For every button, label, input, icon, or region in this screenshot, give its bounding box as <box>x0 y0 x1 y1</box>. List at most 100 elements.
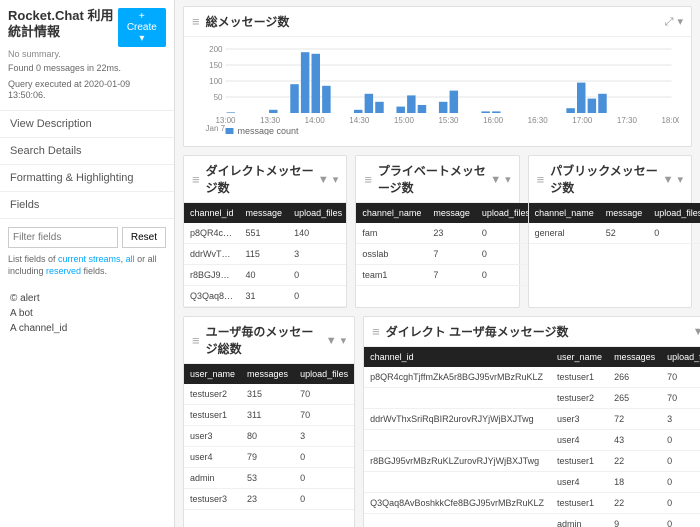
section-formatting[interactable]: Formatting & Highlighting <box>0 165 174 192</box>
card-private: ≡プライベートメッセージ数▼▾ channel_namemessageuploa… <box>355 155 519 308</box>
card-direct: ≡ダイレクトメッセージ数▼▾ channel_idmessageupload_f… <box>183 155 347 308</box>
table-row[interactable]: r8BGJ95vrMBzRuKLZurovRJYjWjBXJTwgtestuse… <box>364 451 700 472</box>
card-direct-user: ≡ダイレクト ユーザ毎メッセージ数▼▾ channel_iduser_namem… <box>363 316 700 527</box>
table-row[interactable]: Q3Qaq8AvBoshkkCfe8BGJ95vrMBzRuKLZtestuse… <box>364 493 700 514</box>
card-title: 総メッセージ数 <box>206 13 661 30</box>
svg-text:16:00: 16:00 <box>483 116 504 125</box>
filter-icon[interactable]: ▼ <box>318 174 329 186</box>
svg-text:18:00: 18:00 <box>661 116 679 125</box>
svg-text:15:30: 15:30 <box>438 116 459 125</box>
col-upload_files: upload_files <box>476 203 536 223</box>
card-title: パブリックメッセージ数 <box>550 162 658 196</box>
card-user-total: ≡ ユーザ毎のメッセージ総数 ▼ ▾ user_namemessagesupload_… <box>183 316 355 527</box>
field-item[interactable]: A channel_id <box>10 321 164 336</box>
card-public: ≡パブリックメッセージ数▼▾ channel_namemessageupload… <box>528 155 692 308</box>
svg-text:14:30: 14:30 <box>349 116 370 125</box>
col-channel_name: channel_name <box>356 203 427 223</box>
filter-icon[interactable]: ▼ <box>693 326 700 338</box>
card-title: ユーザ毎のメッセージ総数 <box>206 323 322 357</box>
found-msg: Found 0 messages in 22ms. <box>8 63 166 75</box>
table-row[interactable]: testuser226570 <box>364 388 700 409</box>
col-channel_id: channel_id <box>364 347 551 367</box>
col-message: message <box>600 203 649 223</box>
col-messages: messages <box>608 347 661 367</box>
col-upload_files: upload_files <box>294 364 354 384</box>
table-row[interactable]: admin90 <box>364 514 700 527</box>
no-summary: No summary. <box>8 49 166 59</box>
chevron-down-icon[interactable]: ▾ <box>677 16 683 28</box>
col-message: message <box>240 203 289 223</box>
svg-text:14:00: 14:00 <box>305 116 326 125</box>
svg-text:13:30: 13:30 <box>260 116 281 125</box>
table-row[interactable]: team170 <box>356 265 536 286</box>
svg-text:16:30: 16:30 <box>528 116 549 125</box>
table-row[interactable]: user4430 <box>364 430 700 451</box>
svg-text:100: 100 <box>209 77 223 86</box>
table-row[interactable]: osslab70 <box>356 244 536 265</box>
table-row[interactable]: ddrWvThxSriRqBIR2urovRJYjWjBXJTwguser372… <box>364 409 700 430</box>
link-all[interactable]: all <box>126 254 135 264</box>
section-fields[interactable]: Fields <box>0 192 174 219</box>
link-reserved[interactable]: reserved <box>46 266 81 276</box>
table-row[interactable]: user4790 <box>184 447 354 468</box>
drag-icon[interactable]: ≡ <box>192 14 200 29</box>
direct-table: channel_idmessageupload_filesp8QR4cghTjf… <box>184 203 346 307</box>
card-title: ダイレクト ユーザ毎メッセージ数 <box>386 323 689 340</box>
col-messages: messages <box>241 364 294 384</box>
public-table: channel_namemessageupload_filesgeneral52… <box>529 203 700 244</box>
col-user_name: user_name <box>184 364 241 384</box>
reset-button[interactable]: Reset <box>122 227 166 248</box>
svg-text:50: 50 <box>214 93 223 102</box>
filter-icon[interactable]: ▼ <box>326 335 337 347</box>
chevron-down-icon[interactable]: ▾ <box>677 174 683 186</box>
table-row[interactable]: fam230 <box>356 223 536 244</box>
drag-icon[interactable]: ≡ <box>537 172 545 187</box>
section-view-description[interactable]: View Description <box>0 111 174 138</box>
svg-text:message count: message count <box>238 126 300 135</box>
drag-icon[interactable]: ≡ <box>372 324 380 339</box>
table-row[interactable]: r8BGJ95vrMBzRuKLZurovRJYjWjBXJTwg400 <box>184 265 346 286</box>
col-user_name: user_name <box>551 347 608 367</box>
chevron-down-icon[interactable]: ▾ <box>341 335 347 347</box>
col-upload_files: upload_files <box>648 203 700 223</box>
chevron-down-icon[interactable]: ▾ <box>333 174 339 186</box>
table-row[interactable]: user4180 <box>364 472 700 493</box>
filter-hint: List fields of current streams, all or a… <box>8 254 166 277</box>
direct-user-table: channel_iduser_namemessagesupload_filesp… <box>364 347 700 527</box>
field-item[interactable]: A bot <box>10 306 164 321</box>
table-row[interactable]: general520 <box>529 223 700 244</box>
main-content: ≡ 総メッセージ数 ⤢▾ 5010015020013:0013:3014:001… <box>175 0 700 527</box>
table-row[interactable]: ddrWvThxSriRqBIR2urovRJYjWjBXJTwg1153 <box>184 244 346 265</box>
table-row[interactable]: admin530 <box>184 468 354 489</box>
table-row[interactable]: p8QR4cghTjffmZkA5r8BGJ95vrMBzRuKLZ551140 <box>184 223 346 244</box>
table-row[interactable]: user3803 <box>184 426 354 447</box>
drag-icon[interactable]: ≡ <box>364 172 372 187</box>
card-title: プライベートメッセージ数 <box>378 162 486 196</box>
section-search-details[interactable]: Search Details <box>0 138 174 165</box>
col-channel_id: channel_id <box>184 203 240 223</box>
user-total-table: user_namemessagesupload_filestestuser231… <box>184 364 354 510</box>
link-current-streams[interactable]: current streams <box>58 254 121 264</box>
col-upload_files: upload_files <box>661 347 700 367</box>
drag-icon[interactable]: ≡ <box>192 333 200 348</box>
table-row[interactable]: Q3Qaq8AvBoshkkCfe310 <box>184 286 346 307</box>
chevron-down-icon[interactable]: ▾ <box>505 174 511 186</box>
drag-icon[interactable]: ≡ <box>192 172 200 187</box>
filter-icon[interactable]: ▼ <box>663 174 674 186</box>
table-row[interactable]: testuser131170 <box>184 405 354 426</box>
field-list: © alert A bot A channel_id <box>0 285 174 342</box>
bar-chart: 5010015020013:0013:3014:0014:3015:0015:3… <box>184 37 691 146</box>
table-row[interactable]: testuser3230 <box>184 489 354 510</box>
table-row[interactable]: testuser231570 <box>184 384 354 405</box>
card-total-messages: ≡ 総メッセージ数 ⤢▾ 5010015020013:0013:3014:001… <box>183 6 692 147</box>
field-item[interactable]: © alert <box>10 291 164 306</box>
filter-fields-input[interactable] <box>8 227 118 248</box>
svg-text:17:00: 17:00 <box>572 116 593 125</box>
table-row[interactable]: p8QR4cghTjffmZkA5r8BGJ95vrMBzRuKLZtestus… <box>364 367 700 388</box>
create-button[interactable]: + Create ▾ <box>118 8 166 47</box>
page-title: Rocket.Chat 利用統計情報 <box>8 8 118 39</box>
col-message: message <box>427 203 476 223</box>
filter-icon[interactable]: ▼ <box>490 174 501 186</box>
sidebar: Rocket.Chat 利用統計情報 + Create ▾ No summary… <box>0 0 175 527</box>
expand-icon[interactable]: ⤢ <box>665 16 674 28</box>
